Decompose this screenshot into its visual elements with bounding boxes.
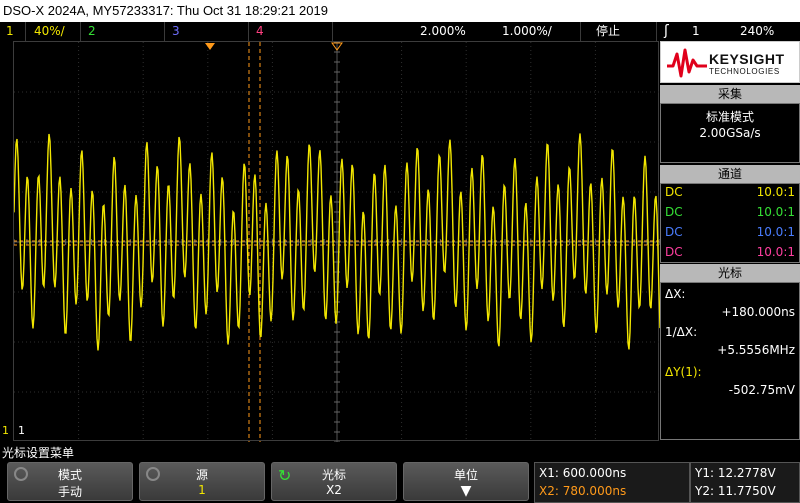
info-sidebar: KEYSIGHT TECHNOLOGIES 采集 标准模式 2.00GSa/s … [660, 41, 800, 440]
divider [332, 22, 333, 41]
divider [580, 22, 581, 41]
run-state[interactable]: 停止 [596, 22, 620, 41]
cursor-softkey[interactable]: ↻ 光标 X2 [271, 462, 397, 501]
cursor-y-readout: Y1: 12.2778V Y2: 11.7750V [690, 462, 800, 503]
sample-rate: 2.00GSa/s [699, 126, 761, 140]
ch1-ground-label: 1 [18, 424, 25, 437]
softkey-label: 模式 [57, 468, 82, 482]
ch1-ground-marker[interactable]: 1 [2, 424, 9, 437]
x1-readout: X1: 600.000ns [539, 466, 627, 480]
trigger-source[interactable]: 1 [692, 22, 700, 41]
divider [80, 22, 81, 41]
inverse-delta-x-value: +5.5556MHz [717, 343, 795, 357]
ch1-number[interactable]: 1 [6, 22, 14, 41]
ch2-number[interactable]: 2 [88, 22, 96, 41]
softkey-value: X2 [326, 483, 342, 497]
trigger-position[interactable]: 2.000% [420, 22, 466, 41]
delta-x-label: ΔX: [665, 287, 686, 301]
waveform-graticule [14, 42, 660, 442]
trigger-edge-icon: ʃ [664, 23, 669, 39]
y2-readout: Y2: 11.7750V [695, 484, 776, 498]
source-softkey[interactable]: 源 1 [139, 462, 265, 501]
channel-row: DC 10.0:1 [665, 205, 795, 219]
cursors-panel: ΔX: +180.000ns 1/ΔX: +5.5556MHz ΔY(1): -… [660, 282, 800, 440]
softkey-label: 源 [195, 468, 208, 482]
units-softkey[interactable]: 单位 ▼ [403, 462, 529, 501]
timebase-scale[interactable]: 1.000%/ [502, 22, 552, 41]
ch4-number[interactable]: 4 [256, 22, 264, 41]
y1-readout: Y1: 12.2778V [695, 466, 776, 480]
divider [656, 22, 657, 41]
menu-title: 光标设置菜单 [2, 446, 75, 460]
channel-row: DC 10.0:1 [665, 245, 795, 259]
ch1-scale[interactable]: 40%/ [34, 22, 65, 41]
x2-readout: X2: 780.000ns [539, 484, 627, 498]
inverse-delta-x-label: 1/ΔX: [665, 325, 698, 339]
acquire-panel: 标准模式 2.00GSa/s [660, 103, 800, 163]
cursor-x-readout: X1: 600.000ns X2: 780.000ns [534, 462, 690, 503]
channel-row: DC 10.0:1 [665, 225, 795, 239]
waveform-display[interactable] [13, 41, 660, 442]
softkey-value: 1 [198, 483, 206, 497]
channels-panel: DC 10.0:1 DC 10.0:1 DC 10.0:1 DC 10.0:1 [660, 183, 800, 263]
softkey-value: 手动 [57, 485, 82, 499]
brand-sub: TECHNOLOGIES [709, 67, 780, 76]
keysight-wave-icon [667, 48, 707, 78]
mode-softkey[interactable]: 模式 手动 [7, 462, 133, 501]
window-title: DSO-X 2024A, MY57233317: Thu Oct 31 18:2… [0, 0, 800, 22]
divider [164, 22, 165, 41]
delta-y-value: -502.75mV [728, 383, 795, 397]
status-row: 1 40%/ 2 3 4 2.000% 1.000%/ 停止 ʃ 1 240% [0, 22, 800, 41]
softkey-label: 单位 [453, 468, 478, 482]
channels-header[interactable]: 通道 [660, 165, 800, 183]
delta-y-label: ΔY(1): [665, 365, 702, 379]
ch3-number[interactable]: 3 [172, 22, 180, 41]
delta-x-value: +180.000ns [721, 305, 795, 319]
brand-logo: KEYSIGHT TECHNOLOGIES [660, 41, 800, 83]
acquire-mode: 标准模式 [705, 110, 754, 124]
trigger-position-marker [205, 43, 215, 50]
softkey-label: 光标 [321, 468, 346, 482]
channel-row: DC 10.0:1 [665, 185, 795, 199]
trigger-level[interactable]: 240% [740, 22, 774, 41]
cursors-header[interactable]: 光标 [660, 264, 800, 282]
brand-name: KEYSIGHT [709, 51, 785, 67]
divider [248, 22, 249, 41]
acquire-header[interactable]: 采集 [660, 85, 800, 103]
divider [25, 22, 26, 41]
submenu-arrow-icon: ▼ [460, 483, 472, 499]
